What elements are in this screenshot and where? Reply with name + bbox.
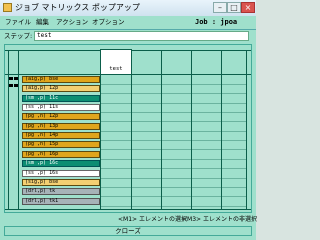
layer-row-label: (pg ,n) 16p [25, 150, 59, 157]
grid-line [100, 196, 246, 198]
layer-row-label: (aig,p) 12p [25, 85, 59, 92]
window-title: ジョブ マトリックス ポップアップ [15, 3, 140, 12]
layer-row[interactable]: (ss ,p) 11s [22, 104, 100, 112]
close-icon[interactable]: × [241, 2, 255, 13]
layer-row[interactable]: (sm ,p) 16c [22, 160, 100, 168]
layer-row-label: (sig,p) bse [25, 178, 59, 185]
status-deselect-hint: <M3> エレメントの非選択 [182, 216, 257, 223]
minimize-icon[interactable]: – [213, 2, 227, 13]
layer-row[interactable]: (pg ,n) 12p [22, 113, 100, 121]
status-select-hint: <M1> エレメントの選択 [118, 216, 187, 223]
layer-row-label: (sm ,p) 16c [25, 160, 59, 167]
step-bar: ステップ: test [0, 30, 256, 42]
menu-action[interactable]: アクション [56, 17, 88, 27]
layer-row-label: (pg ,n) 15p [25, 141, 59, 148]
layer-row-label: (pg ,n) 14p [25, 132, 59, 139]
layer-row[interactable]: (aig,p) 12p [22, 85, 100, 93]
grid-line [100, 149, 246, 151]
status-bar: <M1> エレメントの選択 <M3> エレメントの非選択 [4, 214, 257, 225]
layer-row[interactable]: (sig,p) bse [22, 178, 100, 186]
maximize-icon[interactable]: □ [227, 2, 241, 13]
menu-options[interactable]: オプション [92, 17, 125, 27]
matrix-grid[interactable]: test (aig,p) bse (aig,p) 12p (sm ,p) 11c (s… [4, 44, 252, 213]
column-header-label: test [109, 66, 123, 72]
layer-row-label: (aig,p) bse [25, 76, 59, 82]
layer-row-label: (ss ,p) 16s [25, 169, 59, 176]
layer-row[interactable]: (pg ,n) 13p [22, 122, 100, 130]
column-header-test[interactable]: test [100, 49, 132, 75]
grid-line [100, 112, 246, 114]
row-marker [14, 77, 18, 80]
layer-row[interactable]: (sm ,p) 11c [22, 94, 100, 102]
grid-line [100, 130, 246, 132]
grid-line [100, 177, 246, 179]
grid-line [100, 186, 246, 188]
app-icon [3, 3, 12, 12]
layer-row-label: (sm ,p) 11c [25, 94, 59, 101]
layer-row[interactable]: (pg ,n) 15p [22, 141, 100, 149]
layer-row-label: (drl,p) tk [25, 188, 56, 195]
grid-line [100, 102, 246, 104]
grid-line [100, 140, 246, 142]
grid-line [100, 168, 246, 170]
step-field[interactable]: test [34, 31, 249, 41]
menu-edit[interactable]: 編集 [36, 17, 49, 27]
menu-bar: ファイル 編集 アクション オプション Job : jpoa [0, 16, 256, 30]
grid-line [100, 121, 246, 123]
layer-row[interactable]: (pg ,n) 14p [22, 132, 100, 140]
step-label: ステップ: [4, 32, 33, 40]
layer-row-label: (drl,p) tk1 [25, 197, 59, 204]
layer-row[interactable]: (drl,p) tk [22, 188, 100, 196]
layer-row[interactable]: (pg ,n) 16p [22, 150, 100, 158]
row-marker [9, 77, 13, 80]
job-matrix-window: ジョブ マトリックス ポップアップ – □ × ファイル 編集 アクション オプ… [0, 0, 257, 240]
layer-row-label: (ss ,p) 11s [25, 104, 59, 111]
close-button[interactable]: クローズ [4, 226, 252, 236]
layer-row[interactable]: (ss ,p) 16s [22, 169, 100, 177]
menu-file[interactable]: ファイル [5, 17, 31, 27]
row-marker [9, 84, 13, 87]
grid-line [100, 93, 246, 95]
grid-line [100, 205, 246, 207]
grid-line [5, 209, 251, 210]
layer-row[interactable]: (aig,p) bse [22, 76, 100, 83]
layer-row-label: (pg ,n) 12p [25, 113, 59, 120]
title-bar[interactable]: ジョブ マトリックス ポップアップ – □ × [0, 0, 256, 17]
grid-line [100, 84, 246, 85]
grid-line [100, 158, 246, 160]
job-label: Job : jpoa [195, 18, 238, 26]
row-marker [14, 84, 18, 87]
layer-row-label: (pg ,n) 13p [25, 122, 59, 129]
layer-row[interactable]: (drl,p) tk1 [22, 197, 100, 205]
